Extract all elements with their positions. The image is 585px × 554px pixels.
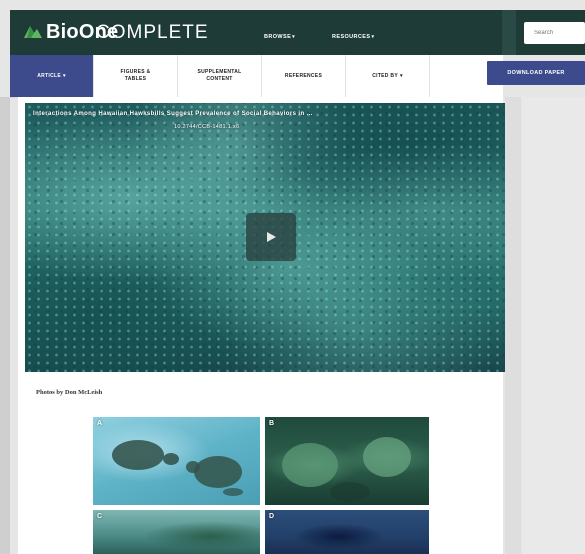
tab-label-line: SUPPLEMENTAL (197, 69, 242, 75)
chevron-down-icon: ▾ (371, 34, 375, 40)
left-border (0, 97, 10, 554)
video-title[interactable]: Interactions Among Hawaiian Hawksbills S… (33, 111, 313, 117)
tab-cited-by-label: CITED BY (372, 72, 398, 79)
chevron-down-icon: ▾ (399, 72, 403, 79)
tab-article[interactable]: ARTICLE ▾ (10, 55, 94, 97)
download-paper-button[interactable]: DOWNLOAD PAPER (487, 61, 585, 85)
tab-references[interactable]: REFERENCES (262, 55, 346, 97)
photo-label: B (269, 420, 275, 427)
nav-resources[interactable]: RESOURCES▾ (332, 34, 374, 40)
tab-cited-by[interactable]: CITED BY ▾ (346, 55, 430, 97)
photo-label: D (269, 513, 275, 520)
photo-b[interactable]: B (265, 417, 429, 505)
photo-label: A (97, 420, 103, 427)
video-doi: 10.2744/CCB-1481.1.s6 (174, 124, 240, 130)
header-separator (502, 10, 516, 55)
photo-a[interactable]: A (93, 417, 260, 505)
coral-photo-graphic (282, 437, 411, 502)
nav-resources-label: RESOURCES (332, 34, 371, 40)
nav-browse[interactable]: BROWSE▾ (264, 34, 295, 40)
photo-d[interactable]: D (265, 510, 429, 554)
chevron-down-icon: ▾ (62, 72, 66, 79)
tab-label-line: TABLES (124, 76, 147, 82)
tab-label-line: FIGURES & (120, 69, 151, 75)
search-input[interactable] (524, 22, 585, 44)
turtle-photo-graphic (112, 440, 243, 496)
right-sidebar (522, 97, 585, 554)
play-button[interactable] (246, 213, 296, 261)
content-gutter (505, 97, 521, 554)
video-player[interactable]: Interactions Among Hawaiian Hawksbills S… (25, 103, 505, 372)
site-header: BioOne COMPLETE BROWSE▾ RESOURCES▾ (10, 10, 585, 55)
photo-caption: Photos by Don McLeish (36, 389, 103, 396)
photo-label: C (97, 513, 103, 520)
bioone-logo-icon[interactable] (24, 24, 42, 38)
play-icon (267, 232, 276, 242)
chevron-down-icon: ▾ (292, 34, 296, 40)
article-tab-bar: ARTICLE ▾ FIGURES & TABLES SUPPLEMENTAL C… (10, 55, 503, 98)
photo-c[interactable]: C (93, 510, 260, 554)
search-box[interactable] (524, 22, 585, 44)
tab-references-label: REFERENCES (284, 72, 323, 79)
nav-browse-label: BROWSE (264, 34, 292, 40)
tab-supplemental-content[interactable]: SUPPLEMENTAL CONTENT (178, 55, 262, 97)
tab-figures-tables[interactable]: FIGURES & TABLES (94, 55, 178, 97)
tab-article-label: ARTICLE (37, 72, 61, 79)
tab-label-line: CONTENT (206, 76, 233, 82)
tab-figures-tables-label: FIGURES & TABLES (121, 69, 151, 83)
brand-suffix[interactable]: COMPLETE (96, 22, 209, 44)
tab-supplemental-label: SUPPLEMENTAL CONTENT (197, 69, 241, 83)
